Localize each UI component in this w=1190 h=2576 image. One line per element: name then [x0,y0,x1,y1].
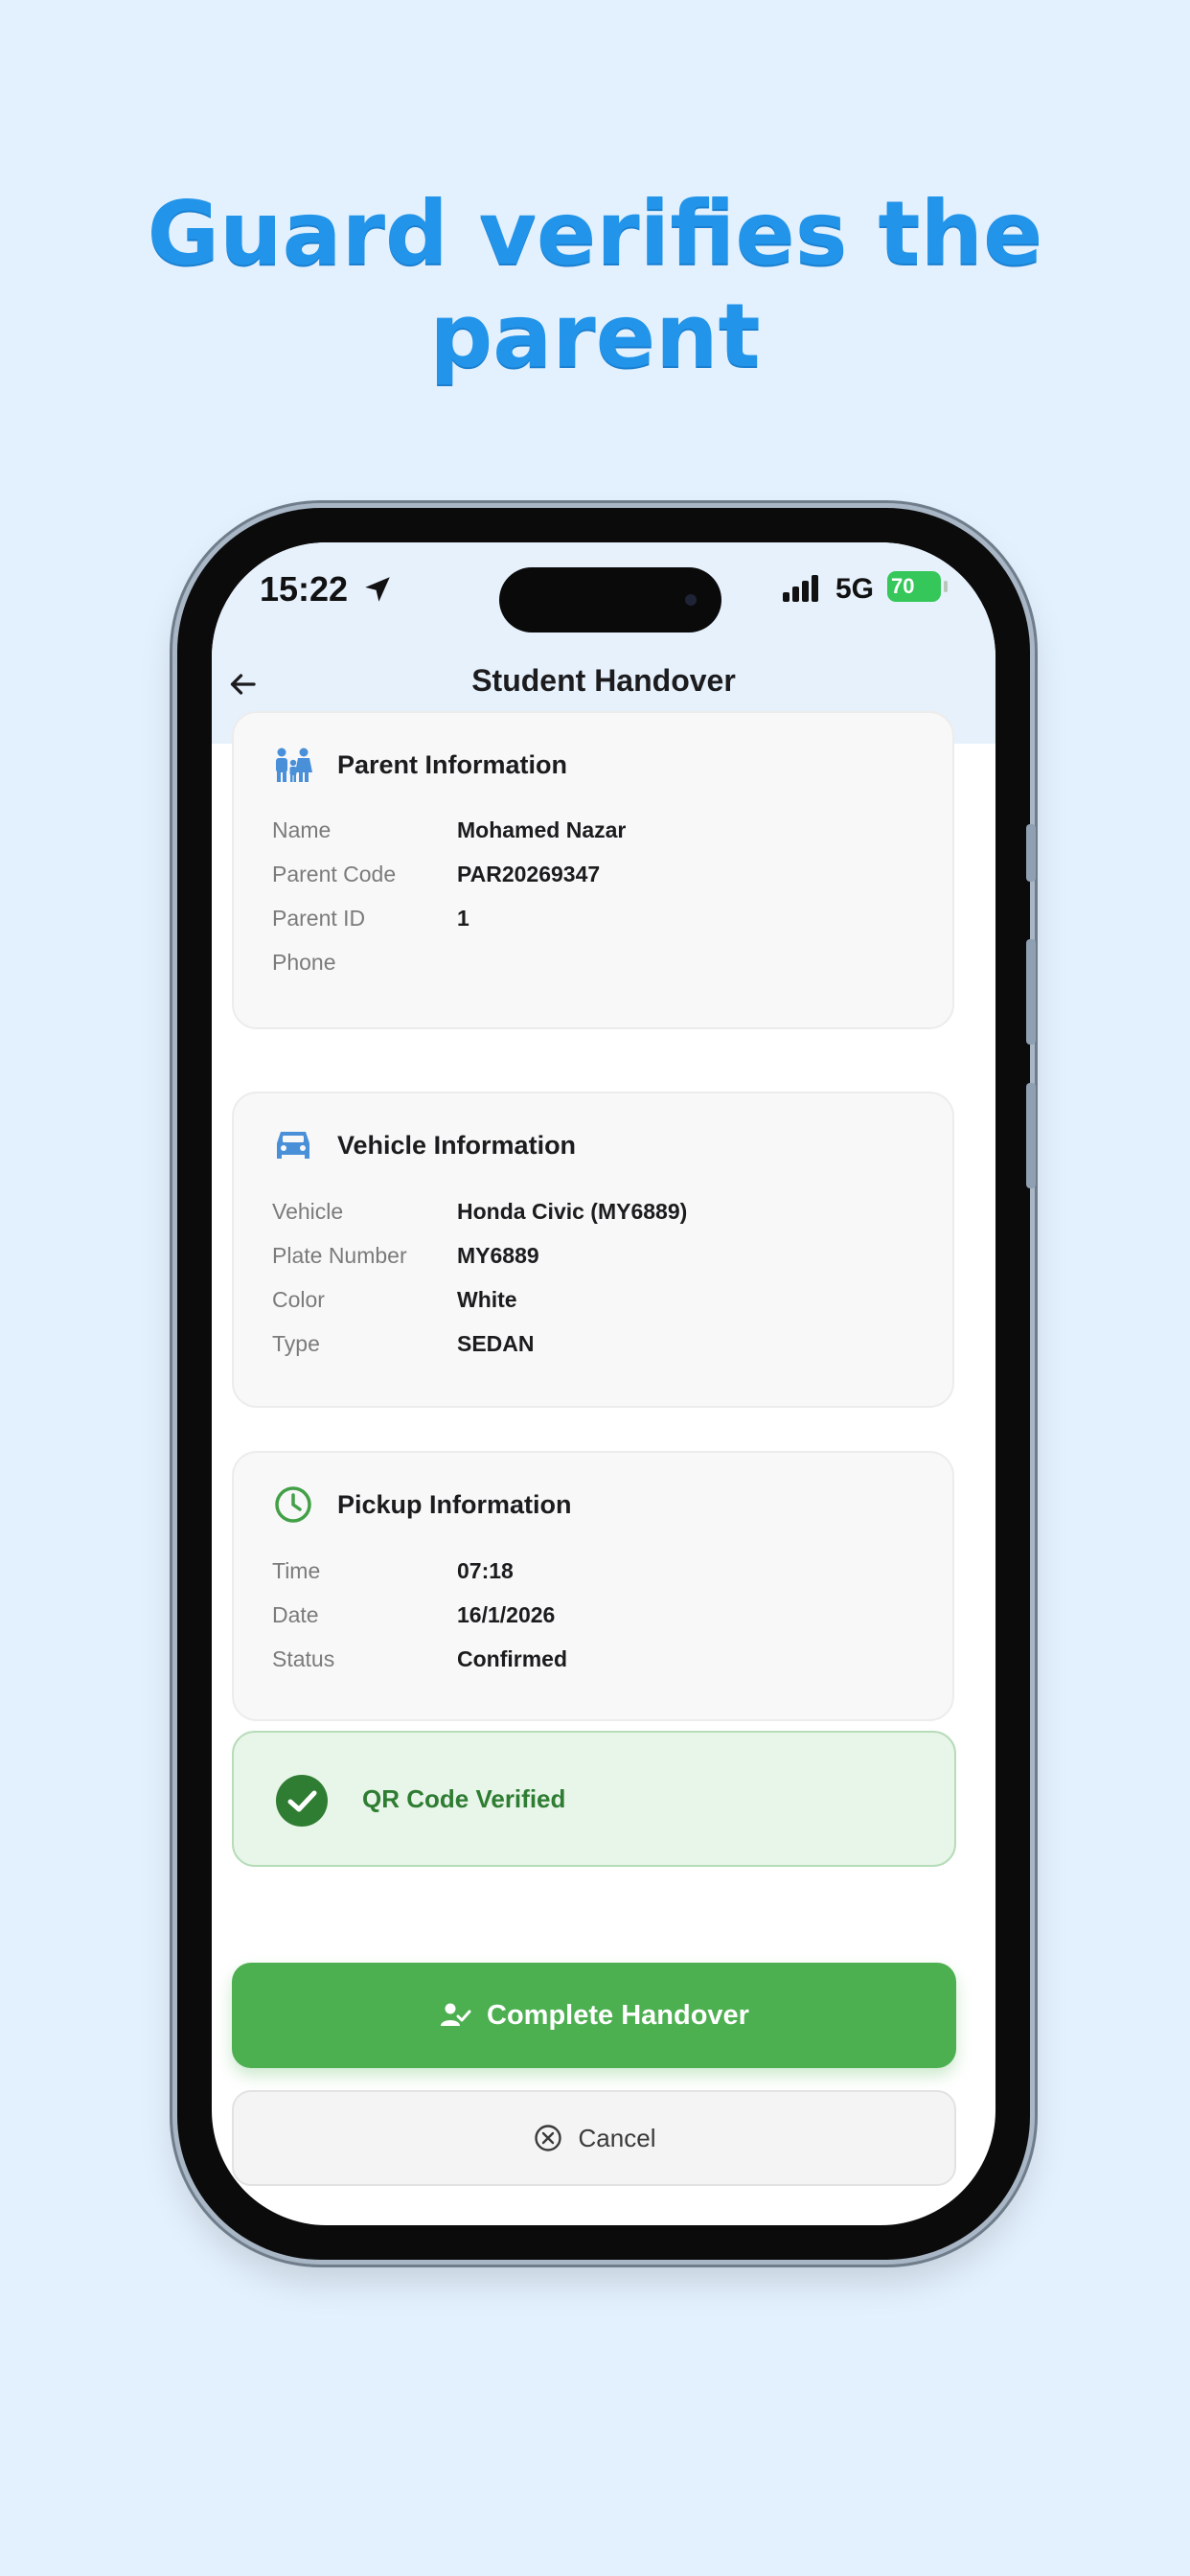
row-label: Status [272,1646,335,1671]
row-value: MY6889 [457,1243,539,1268]
complete-handover-label: Complete Handover [487,1999,749,2031]
network-type: 5G [835,573,875,605]
battery-level: 70 [891,574,915,598]
page-title: Student Handover [471,663,736,698]
battery-cap [944,581,948,592]
card-title: Pickup Information [337,1489,572,1519]
row-label: Name [272,817,332,842]
complete-handover-button[interactable]: Complete Handover [232,1963,956,2068]
row-label: Phone [272,950,336,975]
row-label: Color [272,1287,325,1312]
car-icon [277,1132,309,1159]
pickup-info-card: Pickup Information Time 07:18 Date 16/1/… [232,1451,954,1721]
card-title: Parent Information [337,749,568,779]
phone-side-button [1026,824,1036,882]
phone-volume-up [1026,939,1036,1045]
phone-frame: 15:22 5G 70 Student Handover Parent Info… [177,508,1036,2260]
verified-text: QR Code Verified [362,1784,566,1813]
row-label: Type [272,1331,320,1356]
person-check-icon [441,2003,471,2026]
row-value: Confirmed [457,1646,567,1671]
row-value: 07:18 [457,1558,514,1583]
qr-verified-banner: QR Code Verified [232,1731,956,1867]
phone-screen: 15:22 5G 70 Student Handover Parent Info… [212,542,995,2225]
row-value: White [457,1287,517,1312]
row-label: Plate Number [272,1243,407,1268]
check-circle-icon [276,1775,328,1827]
close-circle-icon [534,2125,561,2151]
row-label: Vehicle [272,1199,344,1224]
location-arrow-icon [365,577,390,602]
row-value: 16/1/2026 [457,1602,556,1627]
cancel-label: Cancel [578,2123,656,2152]
row-value: Mohamed Nazar [457,817,627,842]
row-value: Honda Civic (MY6889) [457,1199,688,1224]
family-icon [276,748,312,782]
cellular-signal-icon [783,575,821,602]
row-value: 1 [457,906,469,931]
card-title: Vehicle Information [337,1130,577,1160]
status-time: 15:22 [260,569,349,609]
row-label: Date [272,1602,319,1627]
vehicle-info-card: Vehicle Information Vehicle Honda Civic … [232,1092,954,1408]
phone-volume-down [1026,1083,1036,1188]
row-label: Parent ID [272,906,366,931]
row-value: SEDAN [457,1331,535,1356]
battery-indicator: 70 [887,571,941,602]
parent-info-card: Parent Information Name Mohamed Nazar Pa… [232,711,954,1029]
dynamic-island [499,567,721,632]
clock-icon [275,1486,311,1523]
marketing-headline: Guard verifies the parent [147,182,1043,387]
row-label: Time [272,1558,321,1583]
camera-icon [685,594,697,606]
row-label: Parent Code [272,862,397,886]
row-value: PAR20269347 [457,862,601,886]
cancel-button[interactable]: Cancel [232,2090,956,2186]
